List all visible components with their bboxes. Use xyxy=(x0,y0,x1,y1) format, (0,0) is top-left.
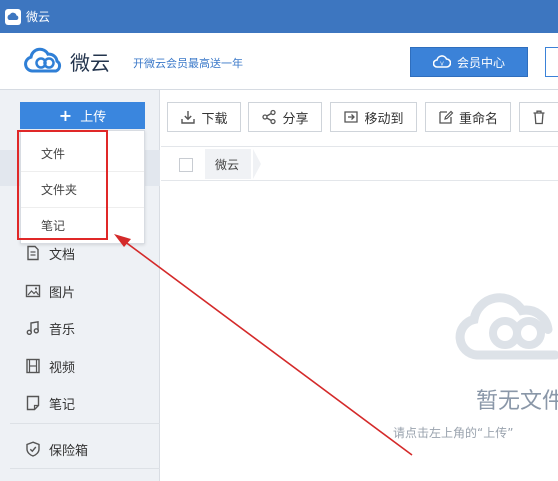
empty-cloud-icon xyxy=(455,293,558,360)
sidebar-item-label: 保险箱 xyxy=(49,443,89,459)
window-title: 微云 xyxy=(26,10,51,24)
sidebar-item-label: 视频 xyxy=(49,360,76,376)
trash-icon xyxy=(533,110,545,125)
annotation-arrow-line xyxy=(119,237,413,456)
empty-state-hint: 请点击左上角的“上传” xyxy=(393,426,514,440)
video-icon xyxy=(26,358,40,374)
share-icon xyxy=(262,109,277,125)
move-icon xyxy=(344,111,359,123)
rename-icon xyxy=(439,110,454,124)
breadcrumb-row: 微云 xyxy=(161,146,558,181)
rename-button[interactable]: 重命名 xyxy=(425,102,511,132)
download-icon xyxy=(181,111,196,124)
annotation-highlight-box xyxy=(17,130,108,240)
upload-button[interactable]: + 上传 xyxy=(20,102,145,129)
sidebar-item-label: 图片 xyxy=(49,285,76,301)
sidebar-item-label: 音乐 xyxy=(49,322,76,338)
music-icon xyxy=(26,320,40,336)
rename-label: 重命名 xyxy=(458,111,498,127)
cloud-app-icon xyxy=(5,8,21,25)
vip-center-label: 会员中心 xyxy=(456,55,505,70)
svg-text:V: V xyxy=(440,62,444,68)
download-label: 下载 xyxy=(201,111,228,127)
plus-icon: + xyxy=(58,106,73,125)
sidebar-divider xyxy=(10,423,160,424)
image-icon xyxy=(25,284,41,298)
vip-center-button[interactable]: V 会员中心 xyxy=(410,47,528,77)
vip-promo-link[interactable]: 开微云会员最高送一年 xyxy=(133,55,243,71)
sidebar-item-music[interactable]: 音乐 xyxy=(25,317,75,339)
sidebar-item-label: 笔记 xyxy=(49,397,76,413)
sidebar-item-videos[interactable]: 视频 xyxy=(25,355,75,377)
app-header: 微云 开微云会员最高送一年 V 会员中心 xyxy=(0,33,558,90)
upload-label: 上传 xyxy=(80,110,107,125)
sidebar-item-images[interactable]: 图片 xyxy=(25,280,75,302)
title-bar: 微云 xyxy=(0,0,558,33)
file-toolbar: 下载 分享 移动到 重命名 xyxy=(161,90,558,146)
empty-state-title: 暂无文件 xyxy=(476,389,558,414)
header-edge-button[interactable] xyxy=(545,47,558,77)
sidebar-item-documents[interactable]: 文档 xyxy=(25,242,75,264)
move-to-label: 移动到 xyxy=(364,111,404,127)
vip-cloud-icon: V xyxy=(432,55,451,68)
weiyun-window: 微云 微云 开微云会员最高送一年 V 会员中心 + 上传 文档 图片 音乐 视频… xyxy=(0,0,558,481)
sidebar-item-label: 文档 xyxy=(49,247,76,263)
download-button[interactable]: 下载 xyxy=(167,102,241,132)
share-label: 分享 xyxy=(282,111,309,127)
shield-icon xyxy=(26,441,40,457)
delete-button[interactable] xyxy=(519,102,558,132)
breadcrumb-arrow xyxy=(253,149,261,179)
breadcrumb-root[interactable]: 微云 xyxy=(205,149,252,179)
move-to-button[interactable]: 移动到 xyxy=(330,102,417,132)
share-button[interactable]: 分享 xyxy=(248,102,322,132)
weiyun-logo-icon xyxy=(24,47,62,73)
select-all-checkbox[interactable] xyxy=(179,158,193,172)
note-icon xyxy=(26,395,40,411)
document-icon xyxy=(27,245,39,261)
sidebar-item-vault[interactable]: 保险箱 xyxy=(25,438,88,460)
brand-name: 微云 xyxy=(70,51,110,75)
sidebar-divider xyxy=(10,468,160,469)
sidebar-item-notes[interactable]: 笔记 xyxy=(25,392,75,414)
